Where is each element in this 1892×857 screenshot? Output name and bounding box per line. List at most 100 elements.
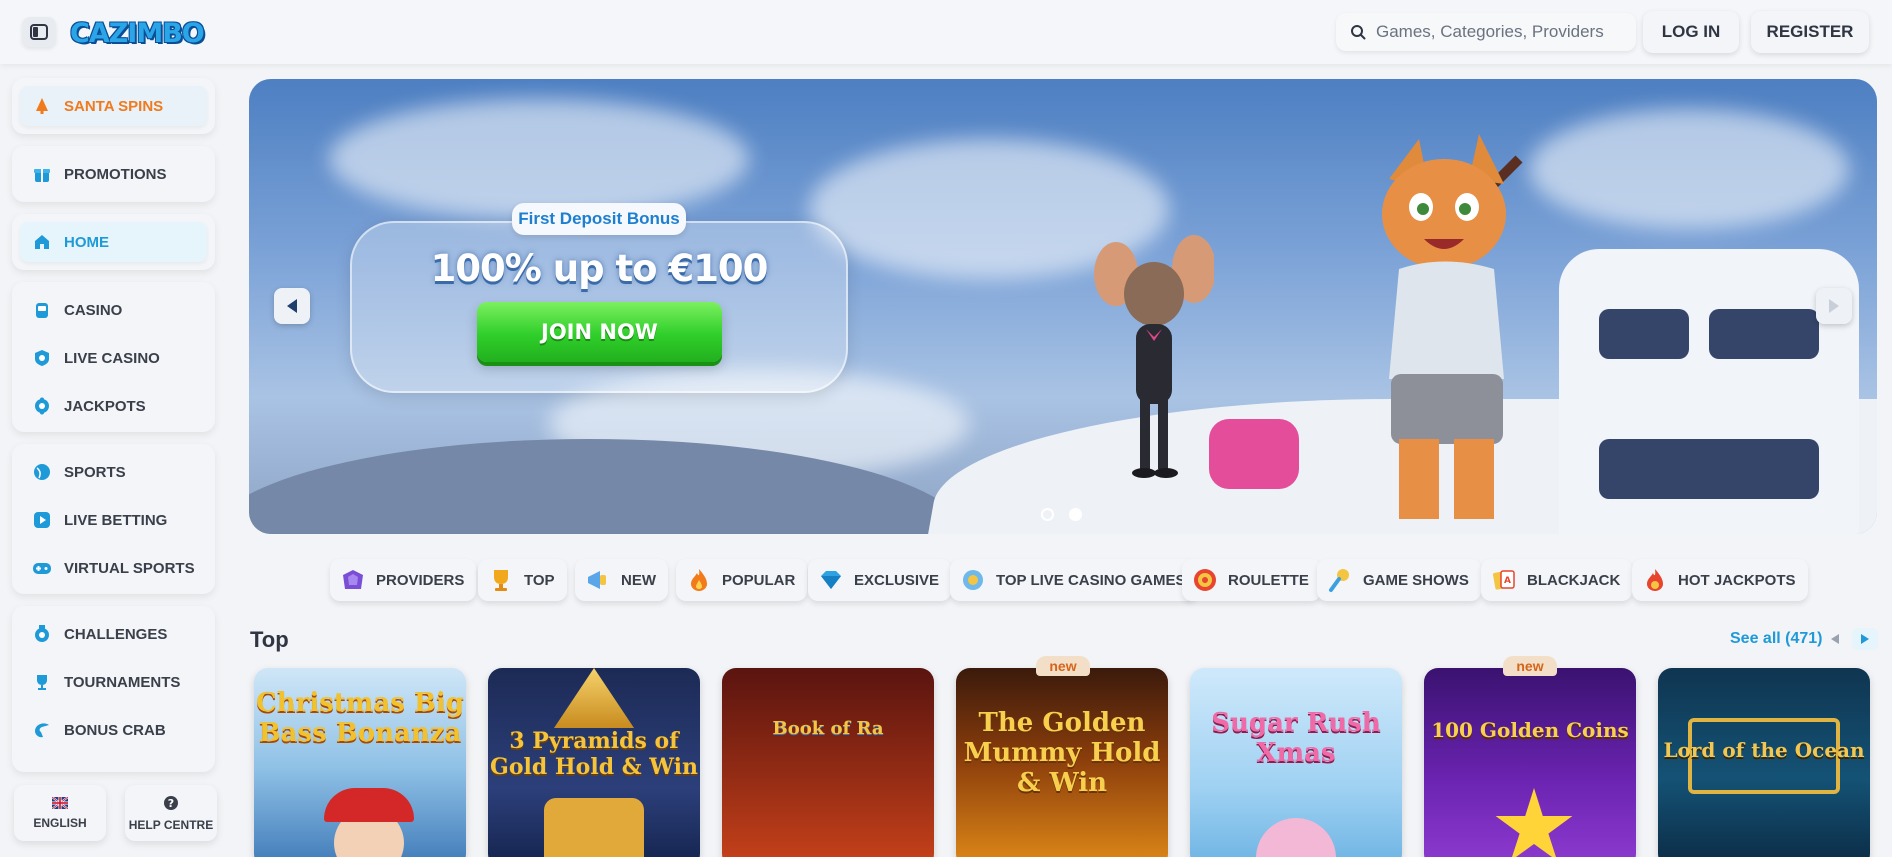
game-title: Christmas Big Bass Bonanza [256,688,464,748]
language-label: ENGLISH [33,815,87,830]
games-next-button[interactable] [1852,628,1878,650]
sidebar-item-live-casino[interactable]: LIVE CASINO [20,338,207,378]
trophy-icon [32,672,52,692]
sidebar-item-label: SANTA SPINS [64,97,164,115]
game-tile[interactable]: Book of Ra [722,668,934,857]
sidebar-item-label: TOURNAMENTS [64,673,181,691]
register-button[interactable]: REGISTER [1751,11,1869,53]
sidebar-group-home: HOME [12,214,215,270]
cloud-decoration [329,99,749,219]
carousel-dot-1[interactable] [1041,508,1054,521]
category-popular[interactable]: POPULAR [676,559,808,601]
sidebar-item-casino[interactable]: CASINO [20,290,207,330]
game-title: The Golden Mummy Hold & Win [963,708,1161,798]
sidebar-item-challenges[interactable]: CHALLENGES [20,614,207,654]
providers-icon [340,567,366,593]
hot-jackpot-icon [1642,567,1668,593]
sidebar-toggle-button[interactable] [22,17,56,47]
sidebar-item-label: PROMOTIONS [64,165,167,183]
search-box[interactable] [1336,13,1636,51]
sidebar-group-promo: SANTA SPINS [12,78,215,134]
sidebar-group-extras: CHALLENGES TOURNAMENTS BONUS CRAB [12,606,215,772]
fire-icon [686,567,712,593]
sidebar-item-santa-spins[interactable]: SANTA SPINS [20,86,207,126]
category-top-live-casino-games[interactable]: TOP LIVE CASINO GAMES [950,559,1198,601]
login-button[interactable]: LOG IN [1643,11,1739,53]
hero-next-button[interactable] [1816,288,1852,324]
bonus-amount: 100% up to €100 [430,247,769,290]
category-exclusive[interactable]: EXCLUSIVE [808,559,952,601]
category-label: TOP LIVE CASINO GAMES [996,571,1186,589]
microphone-icon [1327,567,1353,593]
category-new[interactable]: NEW [575,559,668,601]
new-badge: new [1036,656,1090,676]
category-label: HOT JACKPOTS [1678,571,1796,589]
category-roulette[interactable]: ROULETTE [1182,559,1321,601]
section-title-top: Top [250,627,289,652]
game-title: 100 Golden Coins [1431,718,1629,742]
help-centre-label: HELP CENTRE [128,817,214,832]
sidebar-toggle-icon [30,24,48,40]
category-blackjack[interactable]: A BLACKJACK [1481,559,1633,601]
join-now-button[interactable]: JOIN NOW [477,302,722,362]
sidebar-item-label: LIVE BETTING [64,511,168,529]
search-icon [1351,25,1366,40]
jackpot-icon [32,396,52,416]
games-prev-button[interactable] [1822,628,1848,650]
game-tile[interactable]: Lord of the Ocean [1658,668,1870,857]
game-title: Lord of the Ocean [1663,738,1865,762]
sidebar-item-bonus-crab[interactable]: BONUS CRAB [20,710,207,750]
sidebar-item-home[interactable]: HOME [20,222,207,262]
yacht-cabin-illustration [1559,249,1859,534]
category-label: ROULETTE [1228,571,1309,589]
hero-prev-button[interactable] [274,288,310,324]
game-title: 3 Pyramids of Gold Hold & Win [490,728,698,780]
help-icon: ? [163,795,179,814]
category-label: POPULAR [722,571,796,589]
game-tile[interactable]: 3 Pyramids of Gold Hold & Win [488,668,700,857]
gift-illustration [1209,419,1299,489]
sidebar-item-live-betting[interactable]: LIVE BETTING [20,500,207,540]
crab-claw-icon [32,720,52,740]
game-tile[interactable]: Sugar Rush Xmas [1190,668,1402,857]
sidebar-item-promotions[interactable]: PROMOTIONS [20,154,207,194]
sidebar-item-jackpots[interactable]: JACKPOTS [20,386,207,426]
sidebar-item-label: LIVE CASINO [64,349,160,367]
category-label: NEW [621,571,656,589]
santa-hat-art [324,788,414,822]
uk-flag-icon [51,795,69,812]
category-label: PROVIDERS [376,571,465,589]
category-hot-jackpots[interactable]: HOT JACKPOTS [1632,559,1808,601]
game-title: Sugar Rush Xmas [1211,708,1381,768]
game-tile[interactable]: Christmas Big Bass Bonanza [254,668,466,857]
see-all-link[interactable]: See all (471) [1730,630,1823,648]
help-centre-button[interactable]: ? HELP CENTRE [125,785,217,841]
mouse-character-illustration [1094,235,1214,478]
game-tile[interactable]: The Golden Mummy Hold & Win [956,668,1168,857]
bonus-tag: First Deposit Bonus [512,203,686,235]
game-tile[interactable]: 100 Golden Coins [1424,668,1636,857]
hero-banner[interactable]: First Deposit Bonus 100% up to €100 JOIN… [249,79,1877,534]
category-game-shows[interactable]: GAME SHOWS [1317,559,1481,601]
sidebar-item-label: VIRTUAL SPORTS [64,559,195,577]
sidebar-group-casino: CASINO LIVE CASINO JACKPOTS [12,282,215,432]
sidebar-group-sports: SPORTS LIVE BETTING VIRTUAL SPORTS [12,444,215,594]
diamond-icon [818,567,844,593]
search-input[interactable] [1376,22,1626,42]
sidebar-item-label: BONUS CRAB [64,721,166,739]
cazimbo-logo[interactable]: CAZIMBO [70,12,205,54]
logo-text: CAZIMBO [70,17,205,49]
category-top[interactable]: TOP [478,559,567,601]
carousel-dot-2[interactable] [1069,508,1082,521]
category-providers[interactable]: PROVIDERS [330,559,477,601]
language-button[interactable]: ENGLISH [14,785,106,841]
sidebar-item-sports[interactable]: SPORTS [20,452,207,492]
sidebar-item-virtual-sports[interactable]: VIRTUAL SPORTS [20,548,207,588]
sidebar-item-label: HOME [64,233,109,251]
live-casino-chip-icon [960,567,986,593]
roulette-wheel-icon [1192,567,1218,593]
sidebar-item-label: JACKPOTS [64,397,146,415]
gamepad-icon [32,558,52,578]
sidebar-group-promotions: PROMOTIONS [12,146,215,202]
sidebar-item-tournaments[interactable]: TOURNAMENTS [20,662,207,702]
